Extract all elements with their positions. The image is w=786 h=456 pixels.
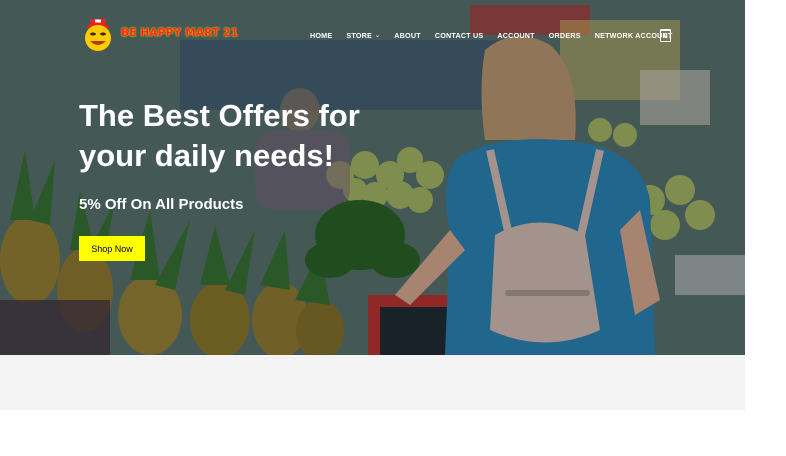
chevron-down-icon: ⌄ bbox=[375, 33, 381, 39]
hero-subheadline: 5% Off On All Products bbox=[79, 196, 244, 213]
nav-store[interactable]: STORE ⌄ bbox=[346, 31, 380, 40]
cart-count: 0 bbox=[663, 32, 668, 40]
hero-dark-overlay bbox=[0, 0, 745, 355]
page: BE HAPPY MART 21 HOME STORE ⌄ ABOUT CONT… bbox=[0, 0, 786, 456]
nav-account[interactable]: ACCOUNT bbox=[497, 31, 534, 40]
nav-home[interactable]: HOME bbox=[310, 31, 332, 40]
shop-now-button[interactable]: Shop Now bbox=[79, 236, 145, 261]
site-logo[interactable]: BE HAPPY MART 21 bbox=[81, 14, 238, 52]
nav-store-label: STORE bbox=[346, 31, 373, 40]
nav-about[interactable]: ABOUT bbox=[394, 31, 421, 40]
nav-orders[interactable]: ORDERS bbox=[549, 31, 581, 40]
main-nav: HOME STORE ⌄ ABOUT CONTACT US ACCOUNT OR… bbox=[310, 31, 687, 40]
hero-banner: BE HAPPY MART 21 HOME STORE ⌄ ABOUT CONT… bbox=[0, 0, 745, 355]
logo-text: BE HAPPY MART 21 bbox=[121, 27, 239, 39]
hero-headline: The Best Offers for your daily needs! bbox=[79, 98, 360, 173]
content-strip bbox=[0, 355, 745, 410]
cart-icon[interactable]: 0 bbox=[660, 29, 671, 42]
nav-contact-us[interactable]: CONTACT US bbox=[435, 31, 484, 40]
logo-mascot-icon bbox=[85, 19, 111, 51]
